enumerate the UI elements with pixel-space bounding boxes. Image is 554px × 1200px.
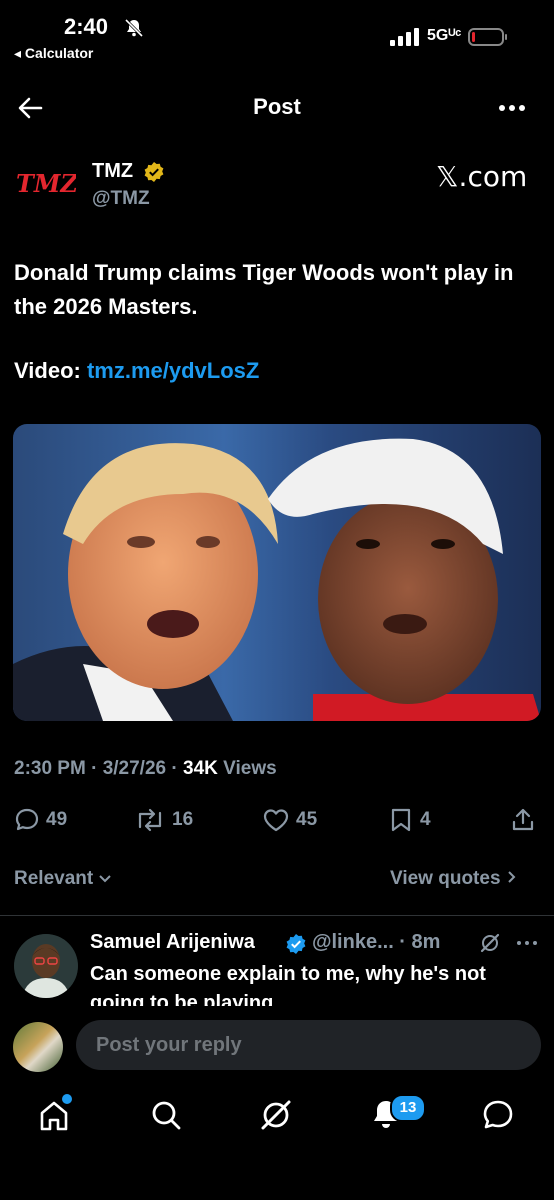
reply-handle-time: @linke... · 8m	[312, 931, 441, 953]
search-icon[interactable]	[146, 1095, 186, 1135]
home-unread-dot	[62, 1094, 72, 1104]
reply-composer[interactable]	[76, 1020, 541, 1070]
video-label: Video:	[14, 358, 81, 383]
sort-dropdown[interactable]: Relevant	[14, 868, 112, 890]
page-title: Post	[253, 94, 301, 119]
source-label: 𝕏.com	[436, 160, 528, 193]
reply-avatar-image	[14, 934, 78, 998]
grok-icon[interactable]	[478, 931, 502, 955]
like-count: 45	[296, 809, 318, 830]
more-options-icon[interactable]	[516, 936, 538, 950]
notifications-badge: 13	[390, 1094, 426, 1122]
heart-icon	[263, 809, 289, 832]
post-time: 2:30 PM	[14, 758, 86, 779]
views-label: Views	[223, 758, 277, 779]
reply-time: 8m	[411, 931, 441, 953]
reply-avatar[interactable]	[14, 934, 78, 998]
share-icon	[512, 808, 534, 831]
post-date: 3/27/26	[102, 758, 167, 779]
author-handle[interactable]: @TMZ	[92, 188, 150, 210]
repost-button[interactable]: 16	[134, 806, 193, 834]
video-line: Video: tmz.me/ydvLosZ	[14, 358, 259, 384]
signal-icon	[390, 28, 419, 46]
post-meta: 2:30 PM · 3/27/26 · 34K Views	[14, 758, 277, 779]
battery-icon	[468, 28, 507, 46]
view-quotes-label: View quotes	[390, 868, 501, 889]
reply-author-name[interactable]: Samuel Arijeniwa	[90, 931, 255, 954]
view-quotes-link[interactable]: View quotes	[390, 868, 518, 890]
author-name[interactable]: TMZ	[92, 160, 133, 183]
grok-icon[interactable]	[256, 1095, 296, 1135]
status-time: 2:40	[64, 14, 109, 39]
views-count: 34K	[183, 758, 218, 779]
repost-count: 16	[172, 809, 194, 830]
share-button[interactable]	[510, 806, 536, 834]
video-link[interactable]: tmz.me/ydvLosZ	[87, 358, 259, 383]
divider	[0, 915, 554, 916]
svg-text:TMZ: TMZ	[16, 169, 76, 198]
post-text: Donald Trump claims Tiger Woods won't pl…	[14, 260, 514, 319]
reply-button[interactable]: 49	[14, 806, 67, 834]
reply-input[interactable]	[94, 1032, 518, 1058]
sort-label: Relevant	[14, 868, 94, 889]
bookmark-icon	[391, 808, 411, 832]
tmz-logo[interactable]: TMZ	[14, 168, 76, 198]
messages-icon[interactable]	[478, 1095, 518, 1135]
reply-icon	[15, 808, 39, 831]
chevron-right-icon	[508, 871, 516, 883]
chevron-down-icon	[99, 875, 112, 883]
verified-badge-icon	[144, 162, 164, 182]
bookmark-count: 4	[420, 809, 431, 830]
bookmark-button[interactable]: 4	[388, 806, 431, 834]
my-avatar[interactable]	[13, 1022, 63, 1072]
network-label: 5Gᵁᶜ	[427, 27, 462, 44]
back-to-app-link[interactable]: ◂ Calculator	[14, 45, 93, 62]
bell-muted-icon	[124, 18, 144, 38]
reply-author-handle[interactable]: @linke...	[312, 931, 394, 953]
like-button[interactable]: 45	[262, 806, 317, 834]
reply-text[interactable]: Can someone explain to me, why he's not …	[90, 960, 540, 1006]
post-image[interactable]	[13, 424, 541, 721]
reply-count: 49	[46, 809, 68, 830]
more-options-icon[interactable]	[496, 96, 528, 120]
verified-badge-icon	[286, 934, 306, 954]
post-image-illustration	[13, 438, 541, 721]
repost-icon	[138, 808, 162, 832]
